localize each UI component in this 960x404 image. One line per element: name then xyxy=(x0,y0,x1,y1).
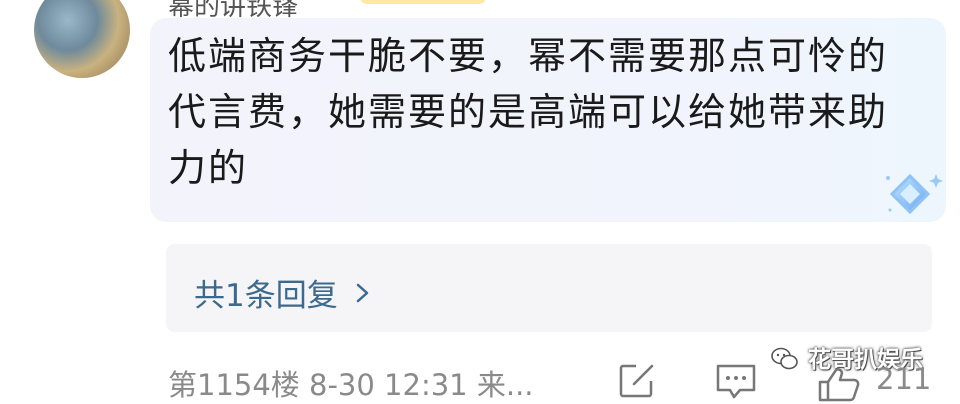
comment-icon[interactable] xyxy=(714,362,758,400)
diamond-badge-icon xyxy=(886,173,943,215)
edit-icon[interactable] xyxy=(618,362,658,398)
thumbs-up-icon[interactable] xyxy=(816,366,862,402)
comment-text: 低端商务干脆不要，幂不需要那点可怜的代言费，她需要的是高端可以给她带来助力的 xyxy=(168,34,889,190)
chevron-right-icon xyxy=(356,283,368,302)
view-replies-link[interactable]: 共1条回复 xyxy=(194,270,372,315)
like-count: 211 xyxy=(876,362,932,396)
user-badge xyxy=(360,0,486,4)
reply-link-label: 共1条回复 xyxy=(194,278,338,314)
wechat-icon xyxy=(771,347,798,370)
comment-meta: 第1154楼 8-30 12:31 来... xyxy=(168,368,534,402)
reply-box[interactable]: 共1条回复 xyxy=(166,244,932,332)
avatar[interactable] xyxy=(34,0,130,78)
